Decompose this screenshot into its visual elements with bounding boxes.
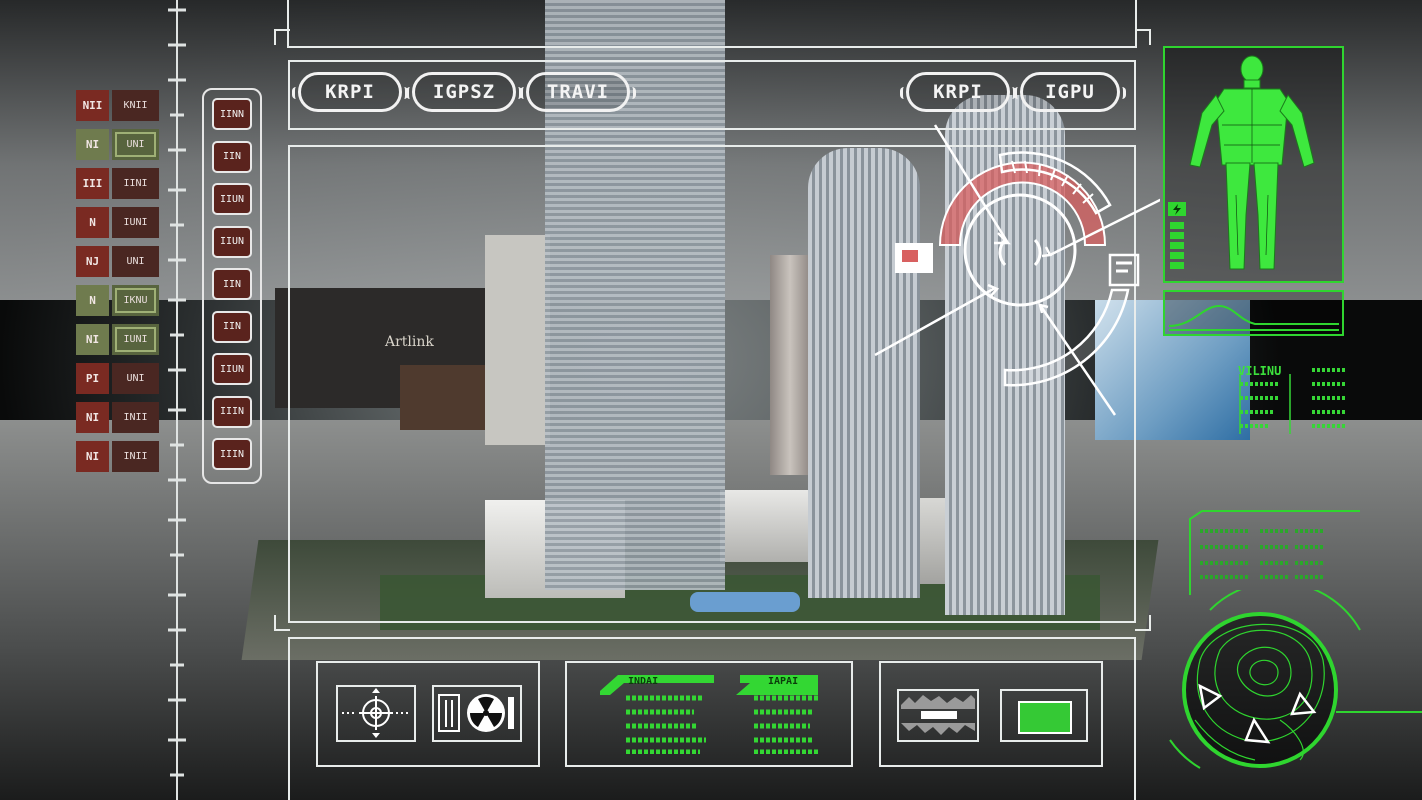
status-code-8: PI <box>76 363 109 394</box>
list-item[interactable]: IIUN <box>212 353 252 385</box>
list-item[interactable]: IIUN <box>212 183 252 215</box>
list-item[interactable]: IINN <box>212 98 252 130</box>
radiation-icon <box>438 694 514 732</box>
list-item[interactable]: IIIN <box>212 395 252 428</box>
list-item[interactable]: IIN <box>212 268 252 300</box>
status-value-7[interactable]: IUNI <box>112 324 159 355</box>
status-value-2[interactable]: UNI <box>112 129 159 160</box>
tab-travi[interactable]: TRAVI <box>520 72 636 112</box>
tab-krpi[interactable]: KRPI <box>292 72 408 112</box>
status-value-3[interactable]: IINI <box>112 168 159 199</box>
stat-table <box>1239 368 1345 434</box>
list-item[interactable]: IIN <box>212 310 252 343</box>
tab-igpu[interactable]: IGPU <box>1014 72 1126 112</box>
status-code-10: NI <box>76 441 109 472</box>
status-code-6: N <box>76 285 109 316</box>
status-value-9[interactable]: INII <box>112 402 159 433</box>
vertical-ruler <box>168 0 186 800</box>
status-code-7: NI <box>76 324 109 355</box>
status-tag-1: INDAI <box>628 676 659 687</box>
readout-lines <box>626 695 820 754</box>
data-bracket-panel <box>1189 510 1360 595</box>
status-value-5[interactable]: UNI <box>112 246 159 277</box>
status-code-1: NII <box>76 90 109 121</box>
status-code-9: NI <box>76 402 109 433</box>
green-display <box>1018 701 1072 734</box>
status-code-2: NI <box>76 129 109 160</box>
list-item[interactable]: IIIN <box>212 438 252 470</box>
tab-igpsz[interactable]: IGPSZ <box>406 72 522 112</box>
radiation-button[interactable] <box>432 685 522 742</box>
green-display-button[interactable] <box>1000 689 1088 742</box>
radar-map[interactable] <box>1160 590 1422 800</box>
status-code-4: N <box>76 207 109 238</box>
waveform-icon <box>901 695 975 735</box>
list-item[interactable]: IIUN <box>212 225 252 258</box>
compass-icon <box>342 688 410 738</box>
tab-krpi-right[interactable]: KRPI <box>900 72 1016 112</box>
wireframe-figure <box>1189 55 1315 270</box>
compass-button[interactable] <box>336 685 416 742</box>
status-code-5: NJ <box>76 246 109 277</box>
list-item[interactable]: IIN <box>212 140 252 173</box>
hud-stage: Artlink NII KNII NI UNI III IINI N IUNI NJ UNI N IK… <box>0 0 1422 800</box>
target-reticle <box>874 124 1160 416</box>
energy-meter <box>1168 202 1186 269</box>
status-value-10[interactable]: INII <box>112 441 159 472</box>
status-value-8[interactable]: UNI <box>112 363 159 394</box>
waveform-button[interactable] <box>897 689 979 742</box>
status-value-4[interactable]: IUNI <box>112 207 159 238</box>
status-value-6[interactable]: IKNU <box>112 285 159 316</box>
signal-graph <box>1168 304 1339 331</box>
status-tag-2: IAPAI <box>768 676 799 687</box>
status-value-1[interactable]: KNII <box>112 90 159 121</box>
status-code-3: III <box>76 168 109 199</box>
